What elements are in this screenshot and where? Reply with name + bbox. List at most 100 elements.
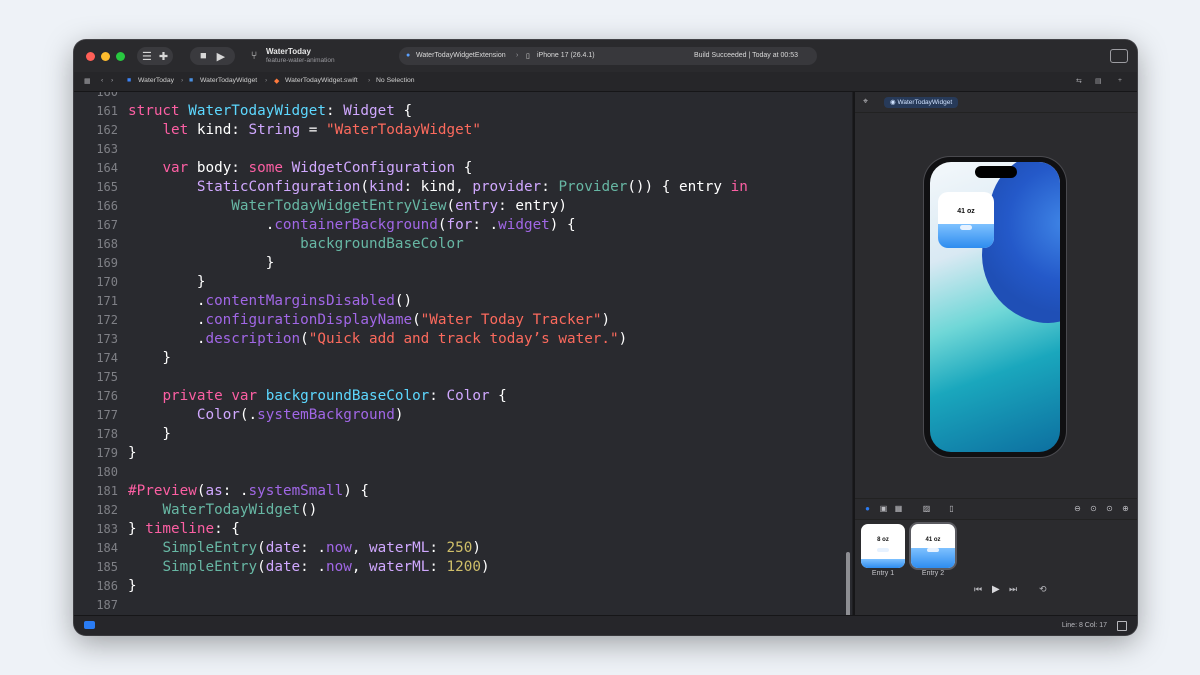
code-line: 186}	[96, 578, 137, 594]
code-line: 169 }	[96, 255, 275, 271]
variants-icon[interactable]: ▨	[922, 504, 931, 513]
select-icon[interactable]: ▣	[879, 504, 888, 513]
grid-icon[interactable]: ▦	[84, 77, 90, 85]
path-item-folder[interactable]: WaterTodayWidget	[200, 77, 257, 84]
stop-icon[interactable]: ■	[200, 50, 207, 62]
code-line: 173 .description("Quick add and track to…	[96, 331, 628, 347]
code-line: 179}	[96, 445, 137, 461]
add-editor-icon[interactable]: +	[1118, 77, 1122, 84]
zoom-traffic-light[interactable]	[116, 52, 125, 61]
path-item-file[interactable]: WaterTodayWidget.swift	[285, 77, 358, 84]
editor-options-icon[interactable]: ▤	[1095, 77, 1101, 85]
next-icon[interactable]: ⏭	[1009, 584, 1017, 595]
eye-icon: ◉	[890, 99, 896, 106]
timeline-entry[interactable]: 8 oz	[861, 524, 905, 568]
code-line: 172 .configurationDisplayName("Water Tod…	[96, 312, 611, 328]
pin-icon[interactable]: ⌖	[863, 96, 868, 107]
widget-add-button	[960, 225, 972, 230]
destination-name[interactable]: iPhone 17 (26.4.1)	[537, 52, 595, 59]
chevron-right-icon: ›	[265, 77, 268, 84]
path-item-selection[interactable]: No Selection	[376, 77, 415, 84]
path-item-project[interactable]: WaterToday	[138, 77, 174, 84]
build-status: Build Succeeded | Today at 00:53	[694, 52, 799, 59]
code-line: 171 .contentMarginsDisabled()	[96, 293, 413, 309]
code-line: 187	[96, 598, 118, 612]
loop-icon[interactable]: ⟲	[1039, 584, 1047, 595]
timeline-entry[interactable]: 41 oz	[911, 524, 955, 568]
code-line: 165 StaticConfiguration(kind: kind, prov…	[96, 179, 748, 195]
code-line: 160	[96, 92, 118, 99]
code-line: 175	[96, 370, 118, 384]
play-icon[interactable]: ▶	[217, 50, 225, 63]
code-line: 182 WaterTodayWidget()	[96, 502, 318, 518]
code-line: 181 #Preview(as: .systemSmall) {	[96, 483, 370, 499]
navigator-toggle-group[interactable]: ☰ ✚	[137, 47, 173, 65]
chevron-right-icon: ›	[181, 77, 184, 84]
forward-icon[interactable]: ›	[111, 77, 113, 84]
code-line: 183} timeline: {	[96, 521, 240, 537]
back-icon[interactable]: ‹	[101, 77, 103, 84]
entry-amount: 8 oz	[877, 537, 889, 543]
add-tab-icon: ✚	[158, 50, 169, 63]
folder-icon: ■	[189, 77, 194, 84]
code-line: 166 WaterTodayWidgetEntryView(entry: ent…	[96, 198, 568, 214]
editor-scrollbar[interactable]	[846, 552, 850, 615]
zoom-actual-icon[interactable]: ⊙	[1105, 504, 1114, 513]
entry-amount: 41 oz	[925, 537, 941, 543]
swift-file-icon: ◆	[274, 78, 280, 85]
entry-label: Entry 2	[921, 570, 945, 577]
scheme-activity-bar[interactable]: ● WaterTodayWidgetExtension › ▯ iPhone 1…	[399, 47, 817, 65]
entry-add-button	[927, 548, 939, 552]
list-icon: ☰	[141, 50, 152, 63]
scheme-name[interactable]: WaterTodayWidgetExtension	[416, 52, 506, 59]
zoom-in-icon[interactable]: ⊕	[1121, 504, 1130, 513]
device-icon: ▯	[526, 53, 530, 60]
grid-icon[interactable]: ▦	[894, 504, 903, 513]
live-preview-icon[interactable]: ●	[863, 504, 872, 513]
related-items-icon[interactable]: ⇆	[1076, 77, 1082, 85]
code-line: 162 let kind: String = "WaterTodayWidget…	[96, 122, 481, 138]
chevron-right-icon: ›	[368, 77, 371, 84]
play-icon[interactable]: ▶	[992, 584, 1000, 595]
chevron-right-icon: ›	[516, 52, 519, 59]
project-icon: ■	[127, 77, 132, 84]
code-line: 170 }	[96, 274, 206, 290]
inspector-area-icon[interactable]	[1117, 621, 1127, 631]
status-bar: Line: 8 Col: 17	[74, 615, 1137, 635]
entry-water-fill	[861, 559, 905, 568]
run-controls[interactable]: ■ ▶	[190, 47, 235, 65]
code-line: 176 private var backgroundBaseColor: Col…	[96, 388, 507, 404]
code-line: 177 Color(.systemBackground)	[96, 407, 404, 423]
close-traffic-light[interactable]	[86, 52, 95, 61]
jump-bar: ▦ ‹ › ■ WaterToday › ■ WaterTodayWidget …	[74, 72, 1137, 92]
scheme-icon: ●	[406, 52, 411, 59]
canvas-header: ⌖ ◉ WaterTodayWidget	[855, 92, 1137, 113]
code-line: 184 SimpleEntry(date: .now, waterML: 250…	[96, 540, 481, 556]
widget-preview[interactable]: 41 oz	[938, 192, 994, 248]
code-line: 164 var body: some WidgetConfiguration {	[96, 160, 473, 176]
cursor-position: Line: 8 Col: 17	[1061, 622, 1107, 629]
zoom-fit-icon[interactable]: ⊙	[1089, 504, 1098, 513]
code-editor[interactable]: 160 161 struct WaterTodayWidget: Widget {…	[74, 92, 852, 615]
code-line: 163	[96, 142, 118, 156]
entry-label: Entry 1	[871, 570, 895, 577]
zoom-out-icon[interactable]: ⊖	[1073, 504, 1082, 513]
project-title: WaterToday	[266, 47, 311, 56]
debug-area-toggle[interactable]	[84, 621, 95, 629]
previous-icon[interactable]: ⏮	[974, 584, 982, 595]
preview-canvas: ⌖ ◉ WaterTodayWidget 41 oz ● ▣ ▦ ▨ ▯ ⊖ ⊙…	[855, 92, 1137, 615]
dynamic-island	[975, 166, 1017, 178]
code-line: 178 }	[96, 426, 172, 442]
preview-toolbar: ● ▣ ▦ ▨ ▯ ⊖ ⊙ ⊙ ⊕	[855, 498, 1137, 520]
code-line: 167 .containerBackground(for: .widget) {	[96, 217, 576, 233]
device-screen: 41 oz	[930, 162, 1060, 452]
widget-amount: 41 oz	[957, 208, 975, 215]
inspector-toggle-icon[interactable]	[1110, 49, 1128, 63]
code-line: 161 struct WaterTodayWidget: Widget {	[96, 103, 413, 119]
minimize-traffic-light[interactable]	[101, 52, 110, 61]
preview-selector[interactable]: ◉ WaterTodayWidget	[884, 97, 959, 108]
titlebar: ☰ ✚ ■ ▶ ⑂ WaterToday feature-water-animati…	[74, 40, 1137, 73]
code-line: 168 backgroundBaseColor	[96, 236, 464, 252]
device-settings-icon[interactable]: ▯	[947, 504, 956, 513]
preview-chip-label[interactable]: WaterTodayWidget	[897, 99, 952, 106]
